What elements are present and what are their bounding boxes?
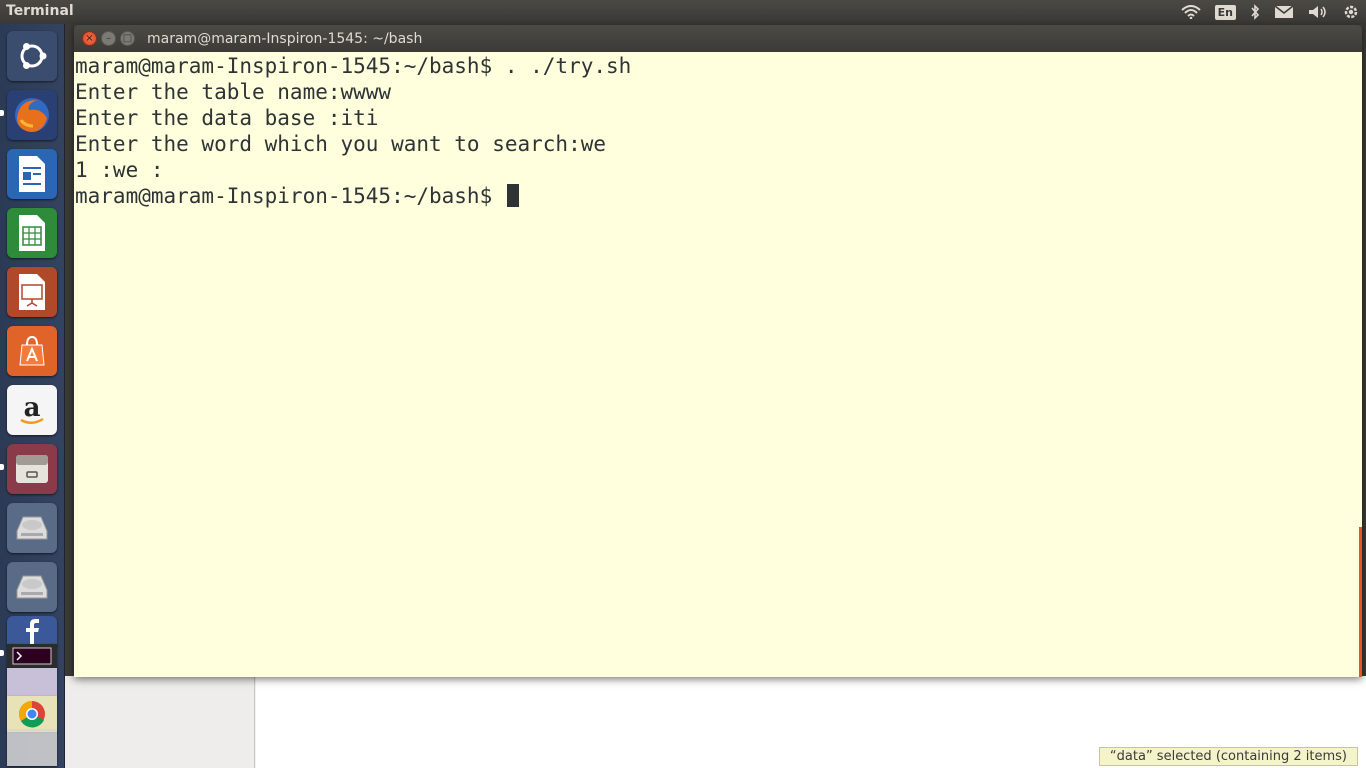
file-manager-sidebar[interactable] <box>65 676 255 768</box>
indicator-area: En <box>1180 0 1360 24</box>
ubuntu-dash-icon[interactable] <box>7 31 57 81</box>
unity-launcher: a <box>0 24 65 768</box>
close-button[interactable]: × <box>82 31 97 46</box>
chrome-icon[interactable] <box>7 696 57 732</box>
files-icon[interactable] <box>7 444 57 494</box>
terminal-line: Enter the table name:wwww <box>75 80 392 104</box>
firefox-icon[interactable] <box>7 90 57 140</box>
libreoffice-impress-icon[interactable] <box>7 267 57 317</box>
ubuntu-software-center-icon[interactable] <box>7 326 57 376</box>
maximize-icon: □ <box>122 32 133 44</box>
file-manager-window: “data” selected (containing 2 items) <box>65 676 1366 768</box>
libreoffice-calc-icon[interactable] <box>7 208 57 258</box>
keyboard-layout-indicator[interactable]: En <box>1214 0 1236 24</box>
window-title: maram@maram-Inspiron-1545: ~/bash <box>147 31 423 47</box>
minimize-button[interactable]: – <box>101 31 116 46</box>
amazon-icon[interactable]: a <box>7 385 57 435</box>
wifi-icon[interactable] <box>1180 0 1201 24</box>
terminal-line: Enter the data base :iti <box>75 106 379 130</box>
terminal-line: maram@maram-Inspiron-1545:~/bash$ . ./tr… <box>75 54 632 78</box>
libreoffice-writer-icon[interactable] <box>7 149 57 199</box>
terminal-window: × – □ maram@maram-Inspiron-1545: ~/bash … <box>74 25 1362 677</box>
terminal-line: 1 :we : <box>75 158 164 182</box>
minimize-icon: – <box>106 32 111 44</box>
file-manager-status: “data” selected (containing 2 items) <box>1098 747 1358 766</box>
facebook-icon[interactable] <box>7 616 57 646</box>
terminal-body[interactable]: maram@maram-Inspiron-1545:~/bash$ . ./tr… <box>74 52 1362 677</box>
maximize-button[interactable]: □ <box>120 31 135 46</box>
terminal-line: Enter the word which you want to search:… <box>75 132 607 156</box>
settings-gear-icon[interactable] <box>1342 0 1360 24</box>
app-icon[interactable] <box>7 730 57 766</box>
drive-icon[interactable] <box>7 503 57 553</box>
terminal-icon[interactable] <box>7 644 57 668</box>
svg-text:a: a <box>24 393 41 423</box>
mail-icon[interactable] <box>1274 0 1294 24</box>
terminal-prompt-line: maram@maram-Inspiron-1545:~/bash$ <box>75 183 519 209</box>
scrollbar[interactable] <box>1359 527 1362 677</box>
terminal-titlebar[interactable]: × – □ maram@maram-Inspiron-1545: ~/bash <box>74 25 1362 52</box>
top-panel: Terminal En <box>0 0 1366 24</box>
keyboard-layout-label: En <box>1214 4 1236 20</box>
active-app-title: Terminal <box>6 3 74 19</box>
bluetooth-icon[interactable] <box>1250 0 1260 24</box>
drive-icon[interactable] <box>7 562 57 612</box>
app-icon[interactable] <box>7 668 57 698</box>
volume-icon[interactable] <box>1308 0 1328 24</box>
close-icon: × <box>85 32 94 44</box>
text-cursor <box>506 184 519 207</box>
terminal-prompt: maram@maram-Inspiron-1545:~/bash$ <box>75 184 505 208</box>
